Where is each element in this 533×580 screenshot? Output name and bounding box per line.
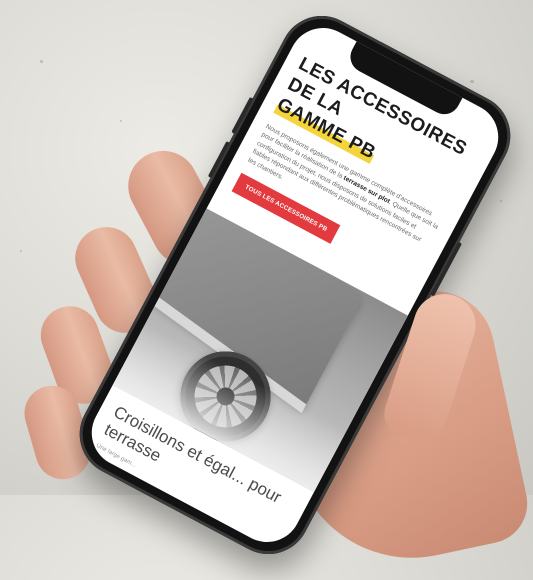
wall-speck: [500, 200, 502, 202]
wall-speck: [40, 60, 43, 63]
wall-speck: [470, 80, 474, 83]
wall-speck: [20, 250, 22, 252]
wall-speck: [120, 120, 122, 122]
